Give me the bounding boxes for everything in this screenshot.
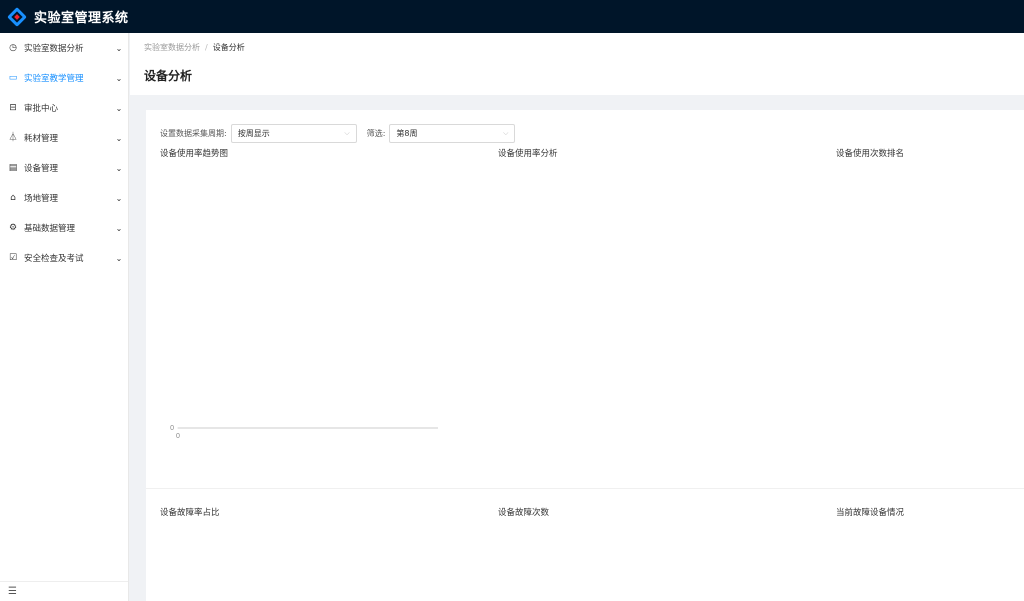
chevron-down-icon: ⌄ xyxy=(115,223,123,233)
chevron-down-icon: ⌄ xyxy=(115,133,123,143)
sidebar-collapse-button[interactable]: ☰ xyxy=(0,581,128,601)
filter-label: 筛选: xyxy=(366,129,386,138)
chevron-down-icon: ⌄ xyxy=(115,193,123,203)
usage-trend-chart: 00 xyxy=(170,425,438,440)
content-panel: 设置数据采集周期: 按周显示 ⌵ 筛选: 第8周 ⌵ 设备使用率趋势图 设备使用… xyxy=(146,110,1024,601)
chevron-down-icon: ⌵ xyxy=(344,129,350,137)
data-point xyxy=(177,427,179,429)
period-label: 设置数据采集周期: xyxy=(160,129,227,138)
sidebar-item-label: 审批中心 xyxy=(24,104,59,114)
building-icon: ⌂ xyxy=(10,193,16,203)
main-area: 实验室数据分析 / 设备分析 设备分析 设置数据采集周期: 按周显示 ⌵ 筛选: 第… xyxy=(130,33,1024,601)
sidebar-item-lab-data-analysis[interactable]: ◷ 实验室数据分析 ⌄ xyxy=(0,33,128,63)
gear-icon: ⚙ xyxy=(8,223,18,233)
y-tick-label: 0 xyxy=(170,425,174,432)
page-header: 实验室数据分析 / 设备分析 设备分析 xyxy=(130,33,1024,95)
chart-title-usage-ranking: 设备使用次数排名 xyxy=(836,149,905,159)
period-select[interactable]: 按周显示 ⌵ xyxy=(230,124,357,143)
page-title: 设备分析 xyxy=(144,69,193,83)
sidebar-item-label: 场地管理 xyxy=(24,194,59,204)
week-select-value: 第8周 xyxy=(396,129,418,138)
sidebar-item-equipment[interactable]: ▤ 设备管理 ⌄ xyxy=(0,153,128,183)
sidebar: ◷ 实验室数据分析 ⌄ ▭ 实验室教学管理 ⌄ ⊟ 审批中心 ⌄ ⏃ 耗材管理 … xyxy=(0,33,129,601)
breadcrumb-parent[interactable]: 实验室数据分析 xyxy=(144,43,200,52)
sidebar-item-label: 设备管理 xyxy=(24,164,59,174)
flask-icon: ⏃ xyxy=(8,133,18,143)
stamp-icon: ⊟ xyxy=(9,103,17,113)
app-title: 实验室管理系统 xyxy=(34,11,129,26)
sidebar-item-approval[interactable]: ⊟ 审批中心 ⌄ xyxy=(0,93,128,123)
chevron-down-icon: ⌄ xyxy=(115,163,123,173)
period-select-value: 按周显示 xyxy=(237,129,270,138)
sidebar-item-lab-teaching[interactable]: ▭ 实验室教学管理 ⌄ xyxy=(0,63,128,93)
chevron-down-icon: ⌄ xyxy=(115,73,123,83)
breadcrumb-separator: / xyxy=(205,43,208,52)
sidebar-item-safety[interactable]: ☑ 安全检查及考试 ⌄ xyxy=(0,243,128,273)
chevron-down-icon: ⌵ xyxy=(503,129,509,137)
x-tick-label: 0 xyxy=(176,433,180,440)
sidebar-item-basic-data[interactable]: ⚙ 基础数据管理 ⌄ xyxy=(0,213,128,243)
sidebar-item-label: 耗材管理 xyxy=(24,134,59,144)
week-select[interactable]: 第8周 ⌵ xyxy=(389,124,516,143)
book-icon: ▭ xyxy=(8,73,18,83)
menu-fold-icon: ☰ xyxy=(8,586,17,597)
sidebar-item-consumables[interactable]: ⏃ 耗材管理 ⌄ xyxy=(0,123,128,153)
sidebar-item-label: 安全检查及考试 xyxy=(24,254,84,264)
chart-title-usage-analysis: 设备使用率分析 xyxy=(498,149,558,159)
breadcrumb-current: 设备分析 xyxy=(212,43,245,52)
breadcrumb: 实验室数据分析 / 设备分析 xyxy=(144,42,1010,53)
sidebar-item-label: 实验室数据分析 xyxy=(24,44,84,54)
chevron-down-icon: ⌄ xyxy=(115,103,123,113)
sidebar-item-label: 实验室教学管理 xyxy=(24,74,84,84)
chart-title-fault-count: 设备故障次数 xyxy=(498,508,550,518)
filter-bar: 设置数据采集周期: 按周显示 ⌵ 筛选: 第8周 ⌵ xyxy=(160,124,516,143)
checklist-icon: ☑ xyxy=(8,253,18,263)
logo-icon xyxy=(7,6,27,27)
chart-title-current-fault: 当前故障设备情况 xyxy=(836,508,905,518)
section-divider xyxy=(146,488,1024,489)
chart-title-usage-trend: 设备使用率趋势图 xyxy=(160,149,229,159)
device-icon: ▤ xyxy=(8,163,18,173)
chevron-down-icon: ⌄ xyxy=(115,253,123,263)
top-bar: 实验室管理系统 xyxy=(0,0,1024,33)
clock-chart-icon: ◷ xyxy=(9,43,17,53)
chart-title-fault-ratio: 设备故障率占比 xyxy=(160,508,220,518)
sidebar-item-label: 基础数据管理 xyxy=(24,224,76,234)
sidebar-item-venue[interactable]: ⌂ 场地管理 ⌄ xyxy=(0,183,128,213)
chevron-down-icon: ⌄ xyxy=(115,43,123,53)
